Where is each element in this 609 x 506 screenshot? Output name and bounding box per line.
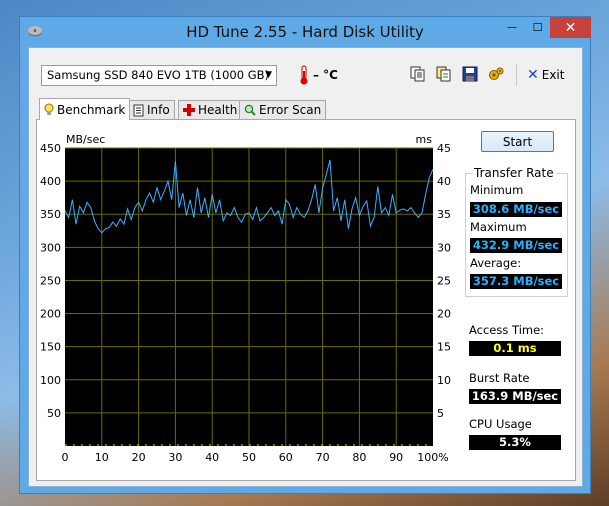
drive-select[interactable]: Samsung SSD 840 EVO 1TB (1000 GB) ▼ xyxy=(41,65,277,86)
tab-label: Error Scan xyxy=(259,103,322,117)
health-cross-icon xyxy=(183,104,195,116)
maximum-value: 432.9 MB/sec xyxy=(470,238,562,253)
y-axis-label-left: MB/sec xyxy=(66,133,105,146)
y-axis-label-right: ms xyxy=(416,133,433,146)
save-icon xyxy=(462,66,478,82)
y-tick-right: 45 xyxy=(437,142,451,155)
exit-label: Exit xyxy=(541,68,565,82)
cpu-usage-value: 5.3% xyxy=(469,435,561,450)
options-button[interactable] xyxy=(486,64,506,84)
x-tick: 40 xyxy=(205,451,219,464)
minimum-label: Minimum xyxy=(470,183,524,197)
burst-rate-label: Burst Rate xyxy=(469,371,530,385)
chevron-down-icon: ▼ xyxy=(265,70,272,80)
x-tick: 70 xyxy=(316,451,330,464)
maximize-button[interactable]: ☐ xyxy=(525,17,550,38)
x-tick: 60 xyxy=(279,451,293,464)
magnifier-icon xyxy=(244,104,256,116)
average-value: 357.3 MB/sec xyxy=(470,274,562,289)
y-tick-left: 200 xyxy=(40,308,61,321)
y-tick-left: 350 xyxy=(40,208,61,221)
title-bar[interactable]: HD Tune 2.55 - Hard Disk Utility — ☐ ✕ xyxy=(20,17,591,47)
cpu-usage-label: CPU Usage xyxy=(469,417,532,431)
thermometer-icon xyxy=(300,65,308,85)
minimize-button[interactable]: — xyxy=(499,17,525,38)
copy-info-button[interactable] xyxy=(408,64,428,84)
x-tick: 50 xyxy=(242,451,256,464)
tab-label: Info xyxy=(147,103,170,117)
x-tick: 30 xyxy=(168,451,182,464)
close-button[interactable]: ✕ xyxy=(550,17,591,38)
y-tick-left: 100 xyxy=(40,374,61,387)
lightbulb-icon xyxy=(44,103,54,115)
start-button[interactable]: Start xyxy=(481,131,554,152)
x-tick: 90 xyxy=(389,451,403,464)
y-tick-right: 40 xyxy=(437,175,451,188)
transfer-rate-chart: MB/sec ms 450 45400 40350 35300 30250 25200 20… xyxy=(40,133,451,464)
exit-button[interactable]: ✕ Exit xyxy=(527,67,564,83)
tab-label: Benchmark xyxy=(57,102,126,117)
y-tick-right: 15 xyxy=(437,341,451,354)
y-tick-left: 400 xyxy=(40,175,61,188)
burst-rate-value: 163.9 MB/sec xyxy=(469,389,561,404)
y-tick-right: 35 xyxy=(437,208,451,221)
copy-text-button[interactable] xyxy=(434,64,454,84)
app-window: HD Tune 2.55 - Hard Disk Utility — ☐ ✕ S… xyxy=(19,16,591,494)
temperature-readout: – °C xyxy=(313,68,338,82)
toolbar-separator xyxy=(516,64,517,86)
tab-label: Health xyxy=(198,103,238,117)
exit-icon: ✕ xyxy=(527,67,539,83)
tab-health[interactable]: Health xyxy=(178,100,243,119)
transfer-rate-title: Transfer Rate xyxy=(472,166,556,180)
y-tick-right: 20 xyxy=(437,308,451,321)
x-tick: 20 xyxy=(132,451,146,464)
x-tick: 100% xyxy=(417,451,448,464)
minimum-value: 308.6 MB/sec xyxy=(470,202,562,217)
x-tick: 80 xyxy=(352,451,366,464)
y-tick-left: 50 xyxy=(47,407,61,420)
y-tick-right: 30 xyxy=(437,241,451,254)
drive-select-value: Samsung SSD 840 EVO 1TB (1000 GB) xyxy=(47,68,270,82)
average-label: Average: xyxy=(470,256,522,270)
y-tick-left: 300 xyxy=(40,241,61,254)
copy-info-icon xyxy=(410,66,425,82)
copy-text-icon xyxy=(436,66,451,82)
close-icon: ✕ xyxy=(564,19,577,36)
y-tick-left: 150 xyxy=(40,341,61,354)
document-icon xyxy=(133,104,144,116)
y-tick-right: 5 xyxy=(437,407,444,420)
tab-benchmark[interactable]: Benchmark xyxy=(39,98,131,120)
access-time-value: 0.1 ms xyxy=(469,341,561,356)
access-time-label: Access Time: xyxy=(469,323,545,337)
y-tick-left: 250 xyxy=(40,274,61,287)
save-button[interactable] xyxy=(460,64,480,84)
tab-error-scan[interactable]: Error Scan xyxy=(239,100,327,119)
main-client-area: Samsung SSD 840 EVO 1TB (1000 GB) ▼ – °C… xyxy=(28,47,583,487)
y-tick-right: 25 xyxy=(437,274,451,287)
x-tick: 0 xyxy=(62,451,69,464)
maximum-label: Maximum xyxy=(470,220,527,234)
options-icon xyxy=(489,67,504,80)
y-tick-right: 10 xyxy=(437,374,451,387)
y-tick-left: 450 xyxy=(40,142,61,155)
minimize-icon: — xyxy=(507,22,517,33)
transfer-rate-group: Transfer Rate Minimum 308.6 MB/sec Maxim… xyxy=(465,166,568,297)
maximize-icon: ☐ xyxy=(532,21,543,34)
benchmark-panel: MB/sec ms 450 45 400 40 350 35 300 30 250 25 200 20… xyxy=(36,119,576,481)
x-tick: 10 xyxy=(95,451,109,464)
tab-info[interactable]: Info xyxy=(128,100,175,119)
